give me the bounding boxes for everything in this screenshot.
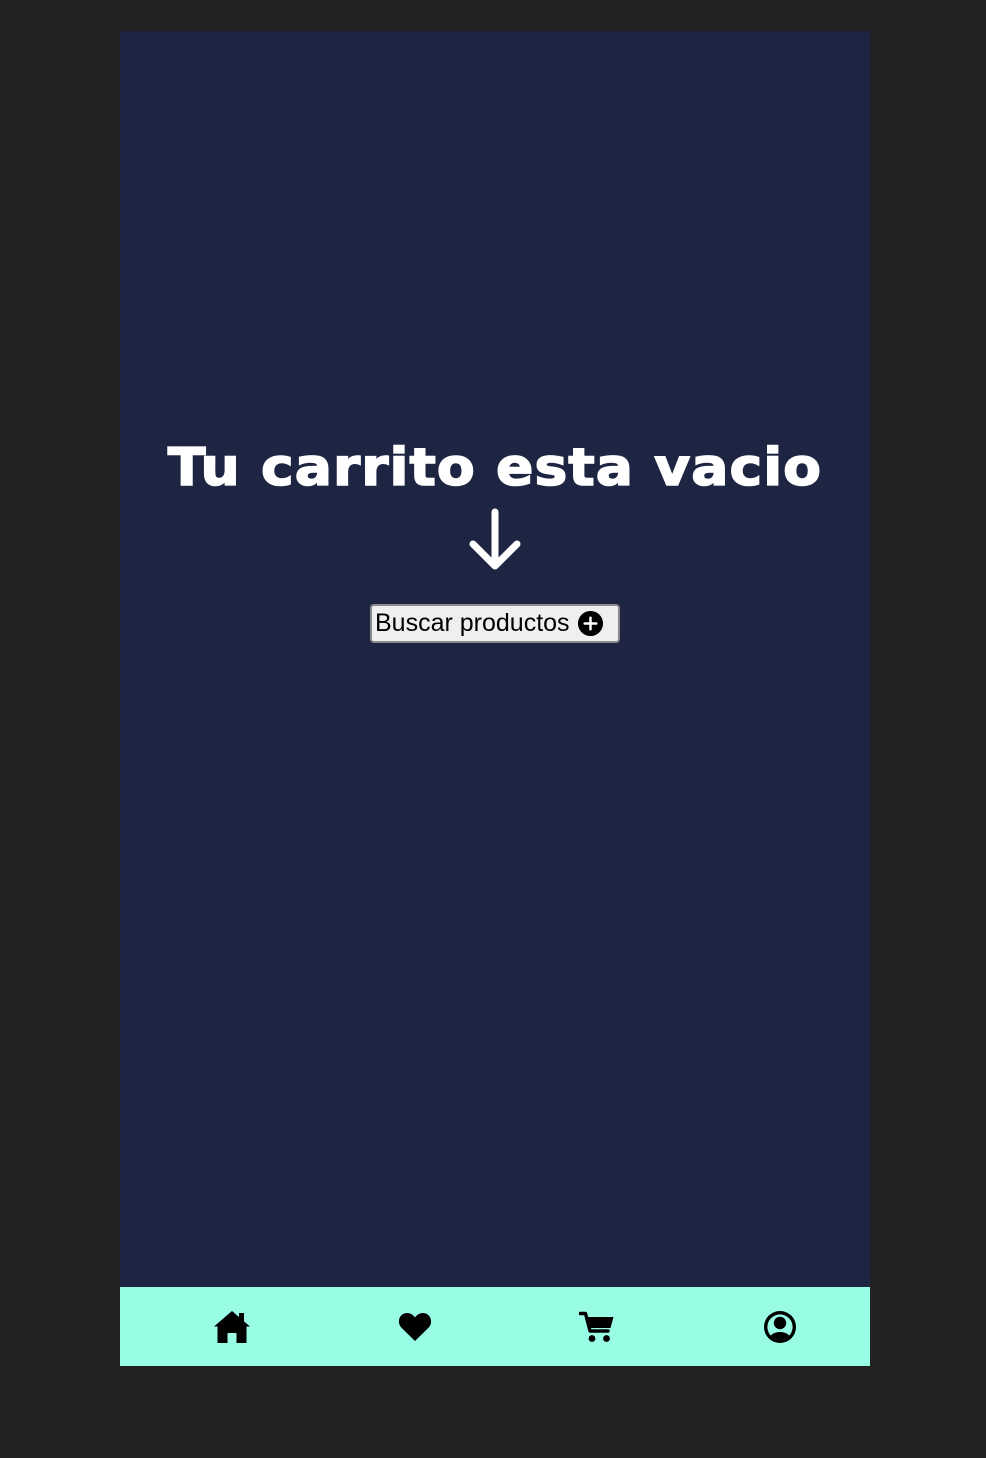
bottom-navigation — [120, 1287, 870, 1366]
cart-icon — [579, 1311, 614, 1342]
cart-content: Tu carrito esta vacio Buscar productos — [120, 31, 870, 1287]
app-screen: Tu carrito esta vacio Buscar productos — [120, 31, 870, 1366]
empty-cart-title: Tu carrito esta vacio — [167, 437, 823, 499]
home-icon — [214, 1310, 250, 1343]
plus-circle-icon — [577, 610, 603, 637]
arrow-down-icon — [469, 508, 521, 570]
heart-icon — [398, 1312, 432, 1341]
search-products-button[interactable]: Buscar productos — [370, 604, 620, 643]
nav-item-profile[interactable] — [740, 1287, 820, 1366]
nav-item-home[interactable] — [192, 1287, 272, 1366]
nav-item-favorites[interactable] — [375, 1287, 455, 1366]
search-products-label: Buscar productos — [375, 609, 570, 637]
nav-item-cart[interactable] — [557, 1287, 637, 1366]
user-circle-icon — [764, 1310, 796, 1343]
